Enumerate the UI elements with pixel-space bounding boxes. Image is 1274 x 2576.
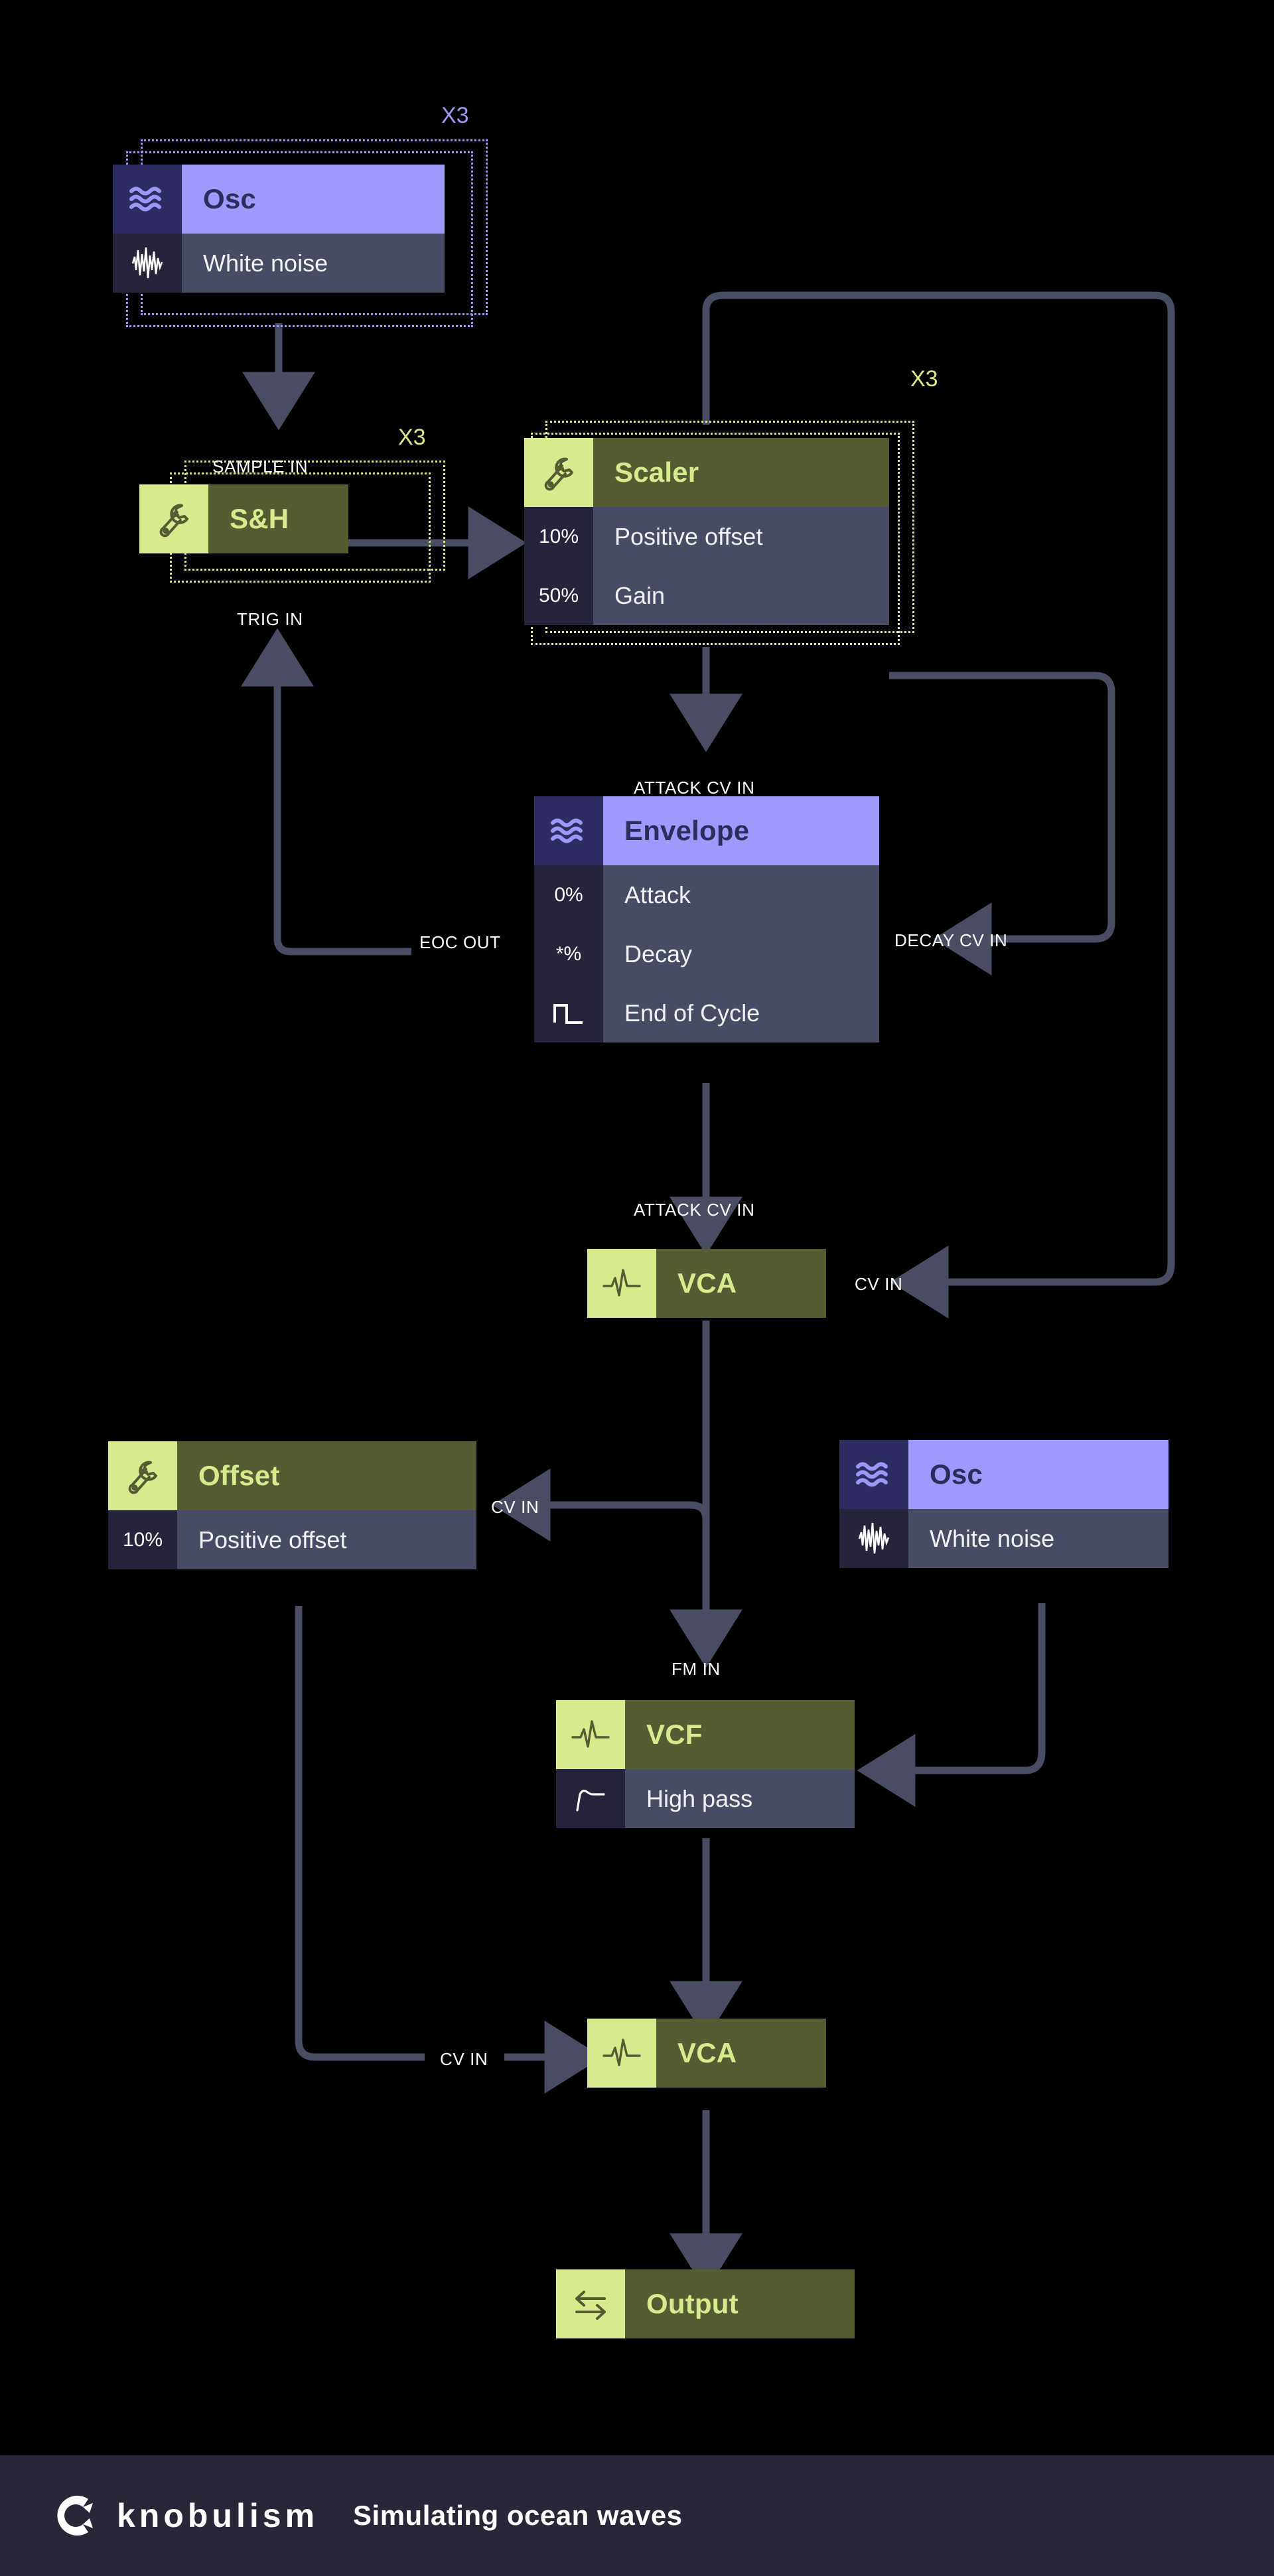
- module-title: VCA: [656, 1249, 826, 1318]
- module-row-label: End of Cycle: [603, 983, 879, 1042]
- port-label-attack-cv-in-vca: ATTACK CV IN: [634, 1200, 755, 1220]
- module-vca-top[interactable]: VCA: [587, 1249, 826, 1318]
- module-row-label: Positive offset: [177, 1510, 476, 1569]
- noise-waveform-icon: [839, 1509, 908, 1568]
- waves-icon: [534, 796, 603, 865]
- module-row-value: *%: [534, 924, 603, 983]
- module-row-label: Positive offset: [593, 507, 889, 566]
- spike-waveform-icon: [587, 1249, 656, 1318]
- high-pass-curve-icon: [556, 1769, 625, 1828]
- noise-waveform-icon: [113, 234, 182, 293]
- port-label-decay-cv-in: DECAY CV IN: [894, 930, 1008, 950]
- port-label-cv-in-vca-top: CV IN: [855, 1274, 903, 1294]
- module-row[interactable]: 0% Attack: [534, 865, 879, 924]
- module-row-label: White noise: [182, 234, 445, 293]
- module-row[interactable]: End of Cycle: [534, 983, 879, 1042]
- module-title: Offset: [177, 1441, 476, 1510]
- module-osc-bottom[interactable]: Osc White noise: [839, 1440, 1168, 1568]
- module-title: VCA: [656, 2019, 826, 2088]
- brand-name: knobulism: [117, 2497, 319, 2534]
- footer-bar: knobulism Simulating ocean waves: [0, 2455, 1274, 2576]
- module-title: Osc: [182, 165, 445, 234]
- module-row-value: 50%: [524, 566, 593, 625]
- spike-waveform-icon: [587, 2019, 656, 2088]
- port-label-cv-in-vca-bottom: CV IN: [440, 2049, 488, 2069]
- module-row[interactable]: 10% Positive offset: [524, 507, 889, 566]
- port-label-cv-in-offset: CV IN: [491, 1497, 539, 1517]
- module-row-value: 10%: [524, 507, 593, 566]
- module-row[interactable]: 50% Gain: [524, 566, 889, 625]
- module-osc-top[interactable]: Osc White noise: [113, 165, 445, 293]
- module-title: Osc: [908, 1440, 1168, 1509]
- waves-icon: [839, 1440, 908, 1509]
- stack-multiplier-scaler: X3: [910, 366, 938, 392]
- waves-icon: [113, 165, 182, 234]
- module-title: Envelope: [603, 796, 879, 865]
- module-title: Scaler: [593, 438, 889, 507]
- module-row[interactable]: *% Decay: [534, 924, 879, 983]
- module-title: Output: [625, 2269, 855, 2338]
- wrench-icon: [524, 438, 593, 507]
- module-title: VCF: [625, 1700, 855, 1769]
- module-header: S&H: [139, 484, 348, 553]
- module-row-label: Decay: [603, 924, 879, 983]
- exchange-arrows-icon: [556, 2269, 625, 2338]
- wrench-icon: [139, 484, 208, 553]
- port-label-sample-in: SAMPLE IN: [212, 457, 309, 476]
- module-sample-and-hold[interactable]: S&H: [139, 484, 348, 553]
- stack-multiplier-osc-top: X3: [441, 103, 469, 128]
- patch-diagram-canvas: X3 X3 X3 Osc White noise S&H Scaler 10% …: [0, 0, 1274, 2576]
- module-vcf[interactable]: VCF High pass: [556, 1700, 855, 1828]
- module-header: VCA: [587, 2019, 826, 2088]
- module-row[interactable]: White noise: [113, 234, 445, 293]
- module-vca-bottom[interactable]: VCA: [587, 2019, 826, 2088]
- module-row-label: Attack: [603, 865, 879, 924]
- module-scaler[interactable]: Scaler 10% Positive offset 50% Gain: [524, 438, 889, 625]
- footer-tagline: Simulating ocean waves: [353, 2500, 683, 2531]
- module-row[interactable]: 10% Positive offset: [108, 1510, 476, 1569]
- module-row-label: Gain: [593, 566, 889, 625]
- port-label-trig-in: TRIG IN: [237, 609, 303, 629]
- module-row[interactable]: White noise: [839, 1509, 1168, 1568]
- module-offset[interactable]: Offset 10% Positive offset: [108, 1441, 476, 1569]
- stack-multiplier-sh: X3: [398, 425, 426, 450]
- spike-waveform-icon: [556, 1700, 625, 1769]
- module-header: Scaler: [524, 438, 889, 507]
- module-envelope[interactable]: Envelope 0% Attack *% Decay End of Cycle: [534, 796, 879, 1042]
- module-header: VCF: [556, 1700, 855, 1769]
- module-header: Envelope: [534, 796, 879, 865]
- module-header: Osc: [113, 165, 445, 234]
- module-row-value: 10%: [108, 1510, 177, 1569]
- module-header: Offset: [108, 1441, 476, 1510]
- knobulism-logo-icon: [57, 2496, 93, 2536]
- module-row[interactable]: High pass: [556, 1769, 855, 1828]
- module-output[interactable]: Output: [556, 2269, 855, 2338]
- port-label-attack-cv-in-env: ATTACK CV IN: [634, 778, 755, 798]
- module-header: Osc: [839, 1440, 1168, 1509]
- module-row-label: High pass: [625, 1769, 855, 1828]
- module-header: Output: [556, 2269, 855, 2338]
- port-label-fm-in: FM IN: [672, 1659, 721, 1679]
- module-row-value: 0%: [534, 865, 603, 924]
- module-row-label: White noise: [908, 1509, 1168, 1568]
- wrench-icon: [108, 1441, 177, 1510]
- pulse-gate-icon: [534, 983, 603, 1042]
- port-label-eoc-out: EOC OUT: [419, 932, 501, 952]
- module-title: S&H: [208, 484, 348, 553]
- module-header: VCA: [587, 1249, 826, 1318]
